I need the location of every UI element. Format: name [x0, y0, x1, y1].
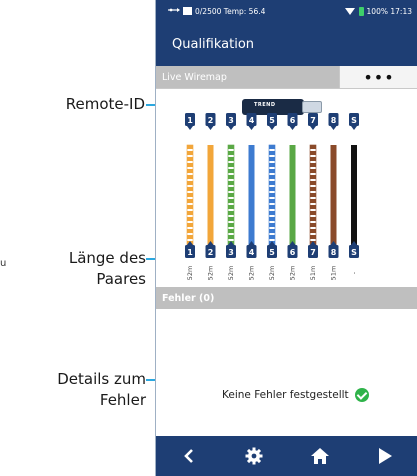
- pin-arrow-top-7: [310, 126, 316, 130]
- next-button[interactable]: [365, 436, 405, 476]
- pin-arrow-top-S: [351, 126, 357, 130]
- pin-arrow-top-1: [187, 126, 193, 130]
- wiremap-header: Live Wiremap •••: [156, 66, 417, 89]
- wire-length-8: 51m: [330, 266, 338, 281]
- callout-remote-id: Remote-ID: [65, 95, 145, 113]
- pin-label-top-3: 3: [228, 116, 234, 125]
- pin-label-top-6: 6: [290, 116, 296, 125]
- wire-9: [351, 145, 357, 245]
- wire-2: [207, 145, 214, 245]
- pin-label-bottom-7: 7: [310, 248, 316, 257]
- wire-length-3: 52m: [227, 266, 235, 281]
- no-fault-message: Keine Fehler festgestellt: [222, 388, 369, 402]
- back-button[interactable]: [169, 436, 209, 476]
- wire-length-1: 52m: [186, 266, 194, 281]
- wire-length-6: 52m: [289, 266, 297, 281]
- app-title-bar: Qualifikation: [156, 22, 417, 66]
- storage-readout: 0/2500: [195, 6, 222, 16]
- sd-card-icon: [183, 7, 192, 15]
- pin-label-bottom-4: 4: [249, 248, 255, 257]
- status-bar: 0/2500 Temp: 56.4 100% 17:13: [156, 0, 417, 22]
- pin-arrow-top-4: [248, 126, 255, 130]
- pin-label-bottom-5: 5: [269, 248, 275, 257]
- pin-label-bottom-2: 2: [208, 248, 214, 257]
- temp-readout: Temp: 56.4: [223, 6, 266, 16]
- wire-length-5: 52m: [268, 266, 276, 281]
- pin-label-top-8: 8: [331, 116, 337, 125]
- chevron-left-icon: [183, 449, 193, 463]
- pin-label-top-2: 2: [208, 116, 214, 125]
- pin-label-top-7: 7: [310, 116, 316, 125]
- gear-icon: [245, 447, 263, 465]
- battery-icon: [358, 6, 364, 16]
- pin-label-bottom-3: 3: [228, 248, 234, 257]
- pin-arrow-top-5: [269, 126, 275, 130]
- pin-arrow-top-6: [289, 126, 296, 130]
- wire-6: [289, 145, 296, 245]
- callout-pair-length: Länge des Paares: [68, 249, 146, 288]
- play-icon: [379, 448, 393, 464]
- device-screen: 0/2500 Temp: 56.4 100% 17:13 Qualifikati…: [155, 0, 417, 476]
- usb-icon: [168, 6, 180, 16]
- wire-4: [248, 145, 255, 245]
- pin-label-bottom-8: 8: [331, 248, 337, 257]
- check-circle-icon: [354, 388, 369, 402]
- pin-arrow-top-8: [330, 126, 337, 130]
- wiremap-panel: TREND 1 1 52m 2 2 52m 3 3 52m 4 4 52m 5 5 52m 6 6 52m 7 7 51…: [156, 89, 417, 287]
- wire-length-7: 51m: [309, 266, 317, 281]
- wire-length-9: -: [350, 271, 358, 274]
- pin-arrow-top-2: [207, 126, 214, 130]
- wire-length-2: 52m: [207, 266, 215, 281]
- home-icon: [310, 448, 329, 464]
- pin-label-top-S: S: [351, 116, 357, 125]
- clock: 17:13: [390, 6, 412, 16]
- settings-button[interactable]: [234, 436, 274, 476]
- pin-label-top-1: 1: [187, 116, 193, 125]
- stray-char: u: [0, 258, 7, 269]
- errors-header: Fehler (0): [156, 287, 417, 309]
- home-button[interactable]: [300, 436, 340, 476]
- pin-label-bottom-6: 6: [290, 248, 296, 257]
- bottom-nav: [156, 436, 417, 476]
- wiremap-title: Live Wiremap: [156, 66, 339, 88]
- wire-diagram: 1 1 52m 2 2 52m 3 3 52m 4 4 52m 5 5 52m 6 6 52m 7 7 51m 8 8 51m…: [185, 113, 359, 281]
- pin-label-top-5: 5: [269, 116, 275, 125]
- pin-label-top-4: 4: [249, 116, 255, 125]
- wire-8: [330, 145, 337, 245]
- wire-length-4: 52m: [248, 266, 256, 281]
- pin-arrow-top-3: [228, 126, 234, 130]
- wifi-icon: [344, 7, 355, 15]
- battery-readout: 100%: [366, 6, 388, 16]
- callout-details: Details zum Fehler: [57, 370, 146, 409]
- pin-label-bottom-S: S: [351, 248, 357, 257]
- more-options-button[interactable]: •••: [339, 66, 417, 88]
- no-fault-text: Keine Fehler festgestellt: [222, 389, 349, 401]
- app-title: Qualifikation: [172, 36, 255, 52]
- errors-panel: Keine Fehler festgestellt: [156, 309, 417, 437]
- pin-label-bottom-1: 1: [187, 248, 193, 257]
